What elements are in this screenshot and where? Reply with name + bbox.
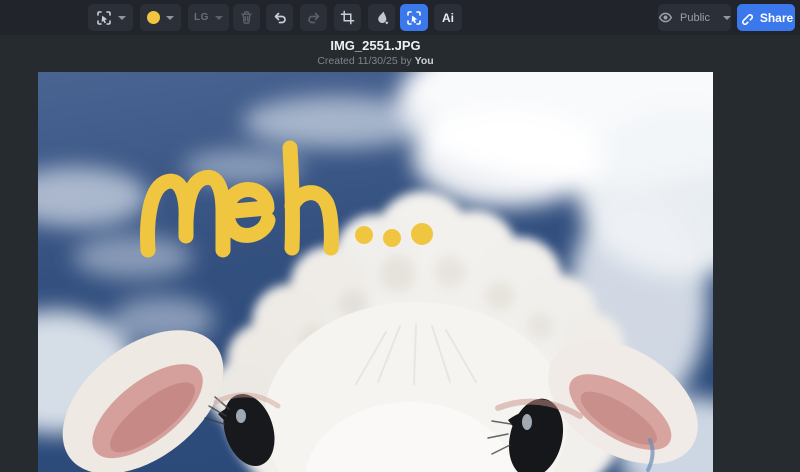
visibility-label: Public bbox=[680, 11, 710, 24]
undo-icon bbox=[272, 10, 288, 26]
chevron-down-icon bbox=[117, 15, 126, 20]
share-button[interactable]: Share bbox=[737, 4, 795, 31]
share-label: Share bbox=[759, 10, 794, 25]
ai-tools-button[interactable]: Ai bbox=[434, 4, 462, 31]
color-swatch bbox=[147, 11, 160, 24]
eye-icon bbox=[658, 10, 673, 25]
select-region-button[interactable] bbox=[400, 4, 428, 31]
chevron-down-icon bbox=[722, 15, 731, 20]
sheep-photo bbox=[38, 72, 713, 472]
select-tool-button[interactable] bbox=[88, 4, 133, 31]
chevron-down-icon bbox=[166, 15, 174, 20]
size-label: LG bbox=[194, 12, 209, 23]
author-name: You bbox=[414, 55, 434, 67]
editor-toolbar: LG Ai Public Share bbox=[0, 0, 800, 35]
file-header: IMG_2551.JPG Created 11/30/25 by You bbox=[38, 37, 713, 68]
select-region-icon bbox=[406, 10, 422, 26]
highlight-fill-button[interactable] bbox=[368, 4, 395, 31]
chevron-down-icon bbox=[214, 15, 223, 20]
undo-button[interactable] bbox=[266, 4, 293, 31]
file-meta: Created 11/30/25 by You bbox=[38, 54, 713, 68]
file-title[interactable]: IMG_2551.JPG bbox=[38, 37, 713, 54]
trash-icon bbox=[239, 10, 254, 25]
link-icon bbox=[739, 11, 753, 25]
crop-icon bbox=[340, 10, 355, 25]
color-picker-button[interactable] bbox=[140, 4, 181, 31]
ink-drop-icon bbox=[374, 10, 390, 26]
image-canvas[interactable] bbox=[38, 72, 713, 472]
delete-button[interactable] bbox=[233, 4, 260, 31]
created-text: Created 11/30/25 by bbox=[317, 55, 412, 67]
ai-label: Ai bbox=[442, 10, 454, 25]
select-tool-icon bbox=[96, 10, 112, 26]
redo-icon bbox=[306, 10, 322, 26]
size-picker-button[interactable]: LG bbox=[188, 4, 229, 31]
crop-button[interactable] bbox=[334, 4, 361, 31]
redo-button[interactable] bbox=[300, 4, 327, 31]
visibility-button[interactable]: Public bbox=[658, 4, 731, 31]
